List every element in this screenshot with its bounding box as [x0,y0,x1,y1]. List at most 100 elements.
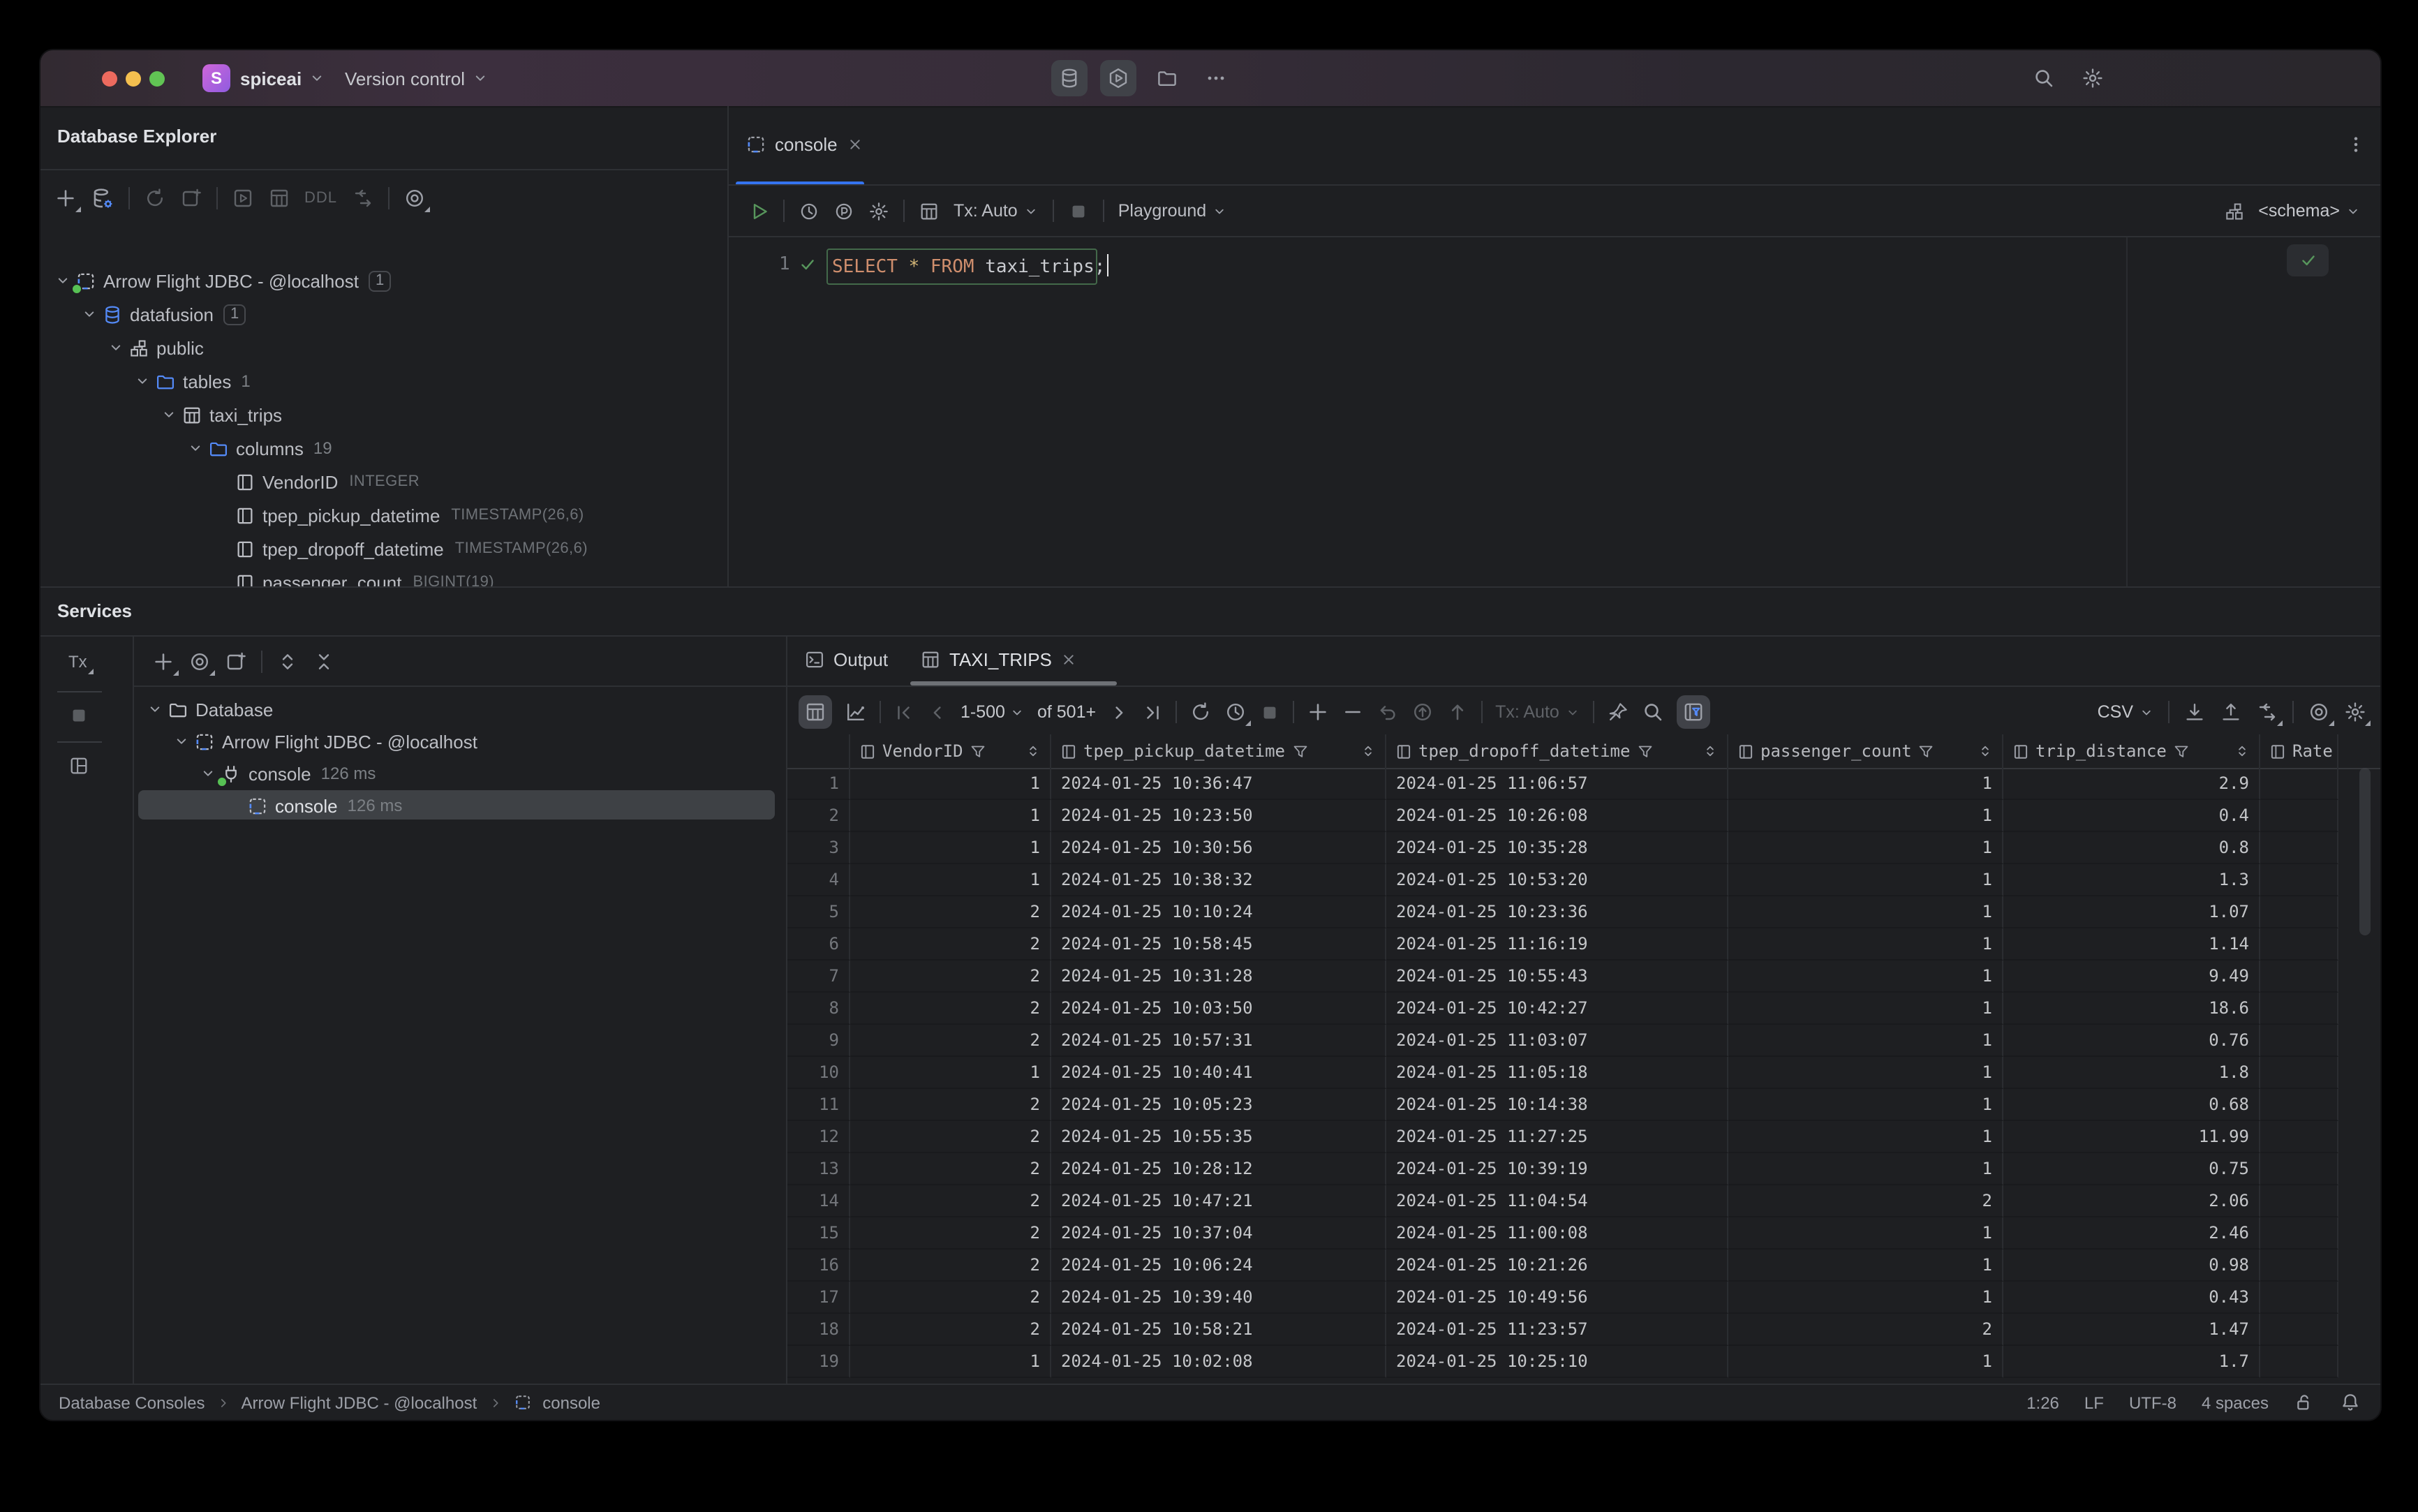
column-header-rate[interactable]: Rate [2260,734,2338,768]
explain-plan-button[interactable] [833,200,854,221]
vcs-menu[interactable]: Version control [345,50,489,106]
grid-cell[interactable]: 1 [1728,1057,2003,1089]
grid-cell[interactable]: 2024-01-25 10:23:50 [1051,800,1386,832]
filter-funnel-icon[interactable] [1291,742,1309,760]
add-service-button[interactable] [152,651,179,676]
tree-item-console[interactable]: console 126 ms [133,789,786,822]
add-datasource-button[interactable] [54,187,81,212]
chevron-down-icon[interactable] [158,403,180,426]
grid-cell[interactable]: 2.9 [2003,768,2260,800]
tx-strip-button[interactable]: Tx [68,652,94,674]
grid-cell[interactable] [2260,1217,2338,1250]
grid-cell[interactable]: 2 [850,961,1051,993]
table-row[interactable]: 19 1 2024-01-25 10:02:08 2024-01-25 10:25:1… [787,1346,2380,1378]
grid-cell[interactable]: 1 [1728,1153,2003,1185]
project-avatar[interactable]: S [202,64,230,92]
row-number-cell[interactable]: 4 [787,864,850,896]
row-number-cell[interactable]: 18 [787,1314,850,1346]
grid-cell[interactable]: 0.75 [2003,1153,2260,1185]
grid-cell[interactable]: 2024-01-25 10:28:12 [1051,1153,1386,1185]
row-number-cell[interactable]: 3 [787,832,850,864]
database-tool-button[interactable] [1051,60,1088,96]
grid-cell[interactable]: 1.3 [2003,864,2260,896]
tree-item-arrow-flight-jdbc-localhost[interactable]: Arrow Flight JDBC - @localhost 1 [40,264,727,297]
grid-cell[interactable]: 2.06 [2003,1185,2260,1217]
filter-funnel-icon[interactable] [1636,742,1654,760]
grid-cell[interactable]: 2024-01-25 10:55:43 [1386,961,1728,993]
split-layout-button[interactable] [68,755,89,776]
table-row[interactable]: 8 2 2024-01-25 10:03:50 2024-01-25 10:42:27… [787,993,2380,1025]
collapse-all-button[interactable] [313,651,335,673]
row-number-cell[interactable]: 19 [787,1346,850,1378]
grid-cell[interactable]: 1 [1728,1250,2003,1282]
grid-cell[interactable]: 2024-01-25 10:40:41 [1051,1057,1386,1089]
chevron-down-icon[interactable] [131,370,154,392]
grid-cell[interactable]: 2024-01-25 10:58:21 [1051,1314,1386,1346]
close-tab-icon[interactable] [1060,650,1078,668]
grid-cell[interactable]: 2024-01-25 10:25:10 [1386,1346,1728,1378]
row-number-cell[interactable]: 7 [787,961,850,993]
grid-cell[interactable]: 2024-01-25 10:05:23 [1051,1089,1386,1121]
breadcrumb-item[interactable]: console [542,1393,600,1412]
grid-vertical-scrollbar[interactable] [2359,768,2371,935]
add-row-button[interactable] [1307,701,1329,723]
sort-icon[interactable] [1702,743,1719,759]
grid-cell[interactable]: 2024-01-25 10:26:08 [1386,800,1728,832]
sql-code-line[interactable]: SELECT * FROM taxi_trips; [832,254,1108,278]
grid-cell[interactable]: 2 [850,1250,1051,1282]
grid-cell[interactable]: 1 [1728,1025,2003,1057]
column-header-passenger_count[interactable]: passenger_count [1728,734,2003,768]
table-row[interactable]: 6 2 2024-01-25 10:58:45 2024-01-25 11:16:19… [787,928,2380,961]
indent-style[interactable]: 4 spaces [2202,1393,2269,1412]
row-number-cell[interactable]: 15 [787,1217,850,1250]
row-number-cell[interactable]: 13 [787,1153,850,1185]
chevron-down-icon[interactable] [105,336,127,359]
stop-process-button[interactable] [68,705,89,726]
table-row[interactable]: 2 1 2024-01-25 10:23:50 2024-01-25 10:26:08… [787,800,2380,832]
tree-item-database[interactable]: Database [133,692,786,726]
grid-cell[interactable] [2260,1089,2338,1121]
tree-item-datafusion[interactable]: datafusion 1 [40,297,727,331]
chevron-down-icon[interactable] [184,437,207,459]
tree-item-console[interactable]: console 126 ms [133,757,786,790]
grid-cell[interactable]: 1 [1728,768,2003,800]
tree-item-tpep-dropoff-datetime[interactable]: tpep_dropoff_datetime TIMESTAMP(26,6) [40,532,727,565]
grid-cell[interactable]: 0.68 [2003,1089,2260,1121]
run-services-button[interactable] [1100,60,1136,96]
lock-icon[interactable] [2294,1392,2315,1413]
grid-cell[interactable]: 1 [850,1346,1051,1378]
grid-cell[interactable] [2260,864,2338,896]
file-encoding[interactable]: UTF-8 [2129,1393,2176,1412]
row-number-cell[interactable]: 10 [787,1057,850,1089]
grid-cell[interactable]: 1 [1728,961,2003,993]
project-menu[interactable]: spiceai [240,50,325,106]
grid-cell[interactable]: 0.8 [2003,832,2260,864]
table-row[interactable]: 13 2 2024-01-25 10:28:12 2024-01-25 10:39:1… [787,1153,2380,1185]
table-row[interactable]: 4 1 2024-01-25 10:38:32 2024-01-25 10:53:20… [787,864,2380,896]
grid-cell[interactable]: 2024-01-25 11:06:57 [1386,768,1728,800]
column-header-vendorid[interactable]: VendorID [850,734,1051,768]
tree-item-passenger-count[interactable]: passenger_count BIGINT(19) [40,565,727,586]
row-number-cell[interactable]: 6 [787,928,850,961]
grid-cell[interactable]: 2024-01-25 10:30:56 [1051,832,1386,864]
chevron-down-icon[interactable] [170,730,193,753]
import-data-button[interactable] [2220,701,2242,723]
grid-tx-select[interactable]: Tx: Auto [1495,702,1580,722]
schema-select[interactable]: <schema> [2258,201,2361,221]
grid-cell[interactable]: 2 [850,1314,1051,1346]
grid-cell[interactable]: 1.7 [2003,1346,2260,1378]
auto-refresh-button[interactable] [1224,701,1252,726]
export-data-button[interactable] [2183,701,2206,723]
sort-icon[interactable] [2234,743,2250,759]
grid-cell[interactable] [2260,1282,2338,1314]
grid-cell[interactable]: 1 [850,1057,1051,1089]
grid-cell[interactable]: 1 [1728,1217,2003,1250]
close-button[interactable] [102,71,117,87]
grid-cell[interactable]: 1.14 [2003,928,2260,961]
grid-cell[interactable] [2260,928,2338,961]
table-row[interactable]: 18 2 2024-01-25 10:58:21 2024-01-25 11:23:5… [787,1314,2380,1346]
table-row[interactable]: 12 2 2024-01-25 10:55:35 2024-01-25 11:27:2… [787,1121,2380,1153]
grid-cell[interactable]: 1 [1728,864,2003,896]
tree-item-arrow-flight-jdbc-localhost[interactable]: Arrow Flight JDBC - @localhost [133,725,786,758]
first-page-button[interactable] [893,702,914,722]
